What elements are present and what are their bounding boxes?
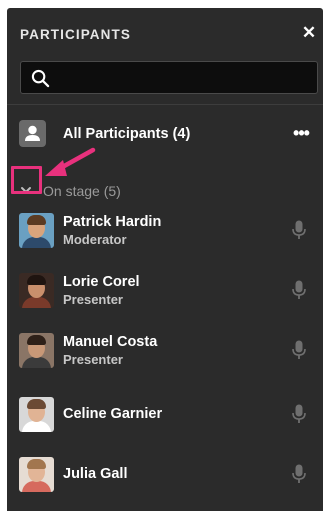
avatar	[19, 397, 54, 432]
participant-role: Moderator	[63, 232, 127, 247]
participant-name: Patrick Hardin	[63, 214, 162, 230]
participant-name: Julia Gall	[63, 466, 128, 482]
avatar	[19, 213, 54, 248]
panel-header: PARTICIPANTS ✕	[7, 8, 323, 58]
more-icon: •••	[293, 123, 310, 143]
microphone-icon[interactable]	[292, 404, 306, 424]
participant-role: Presenter	[63, 352, 123, 367]
more-options-button[interactable]: •••	[287, 122, 315, 144]
participant-role: Presenter	[63, 292, 123, 307]
close-icon: ✕	[301, 23, 317, 42]
search-input[interactable]	[57, 62, 312, 93]
microphone-icon[interactable]	[292, 220, 306, 240]
avatar	[19, 273, 54, 308]
all-participants-row[interactable]: All Participants (4) •••	[7, 114, 323, 154]
close-button[interactable]: ✕	[299, 23, 319, 43]
microphone-icon[interactable]	[292, 280, 306, 300]
participant-name: Celine Garnier	[63, 406, 163, 422]
participant-row[interactable]: Manuel Costa Presenter	[7, 324, 323, 376]
microphone-icon[interactable]	[292, 340, 306, 360]
avatar	[19, 333, 54, 368]
participant-row[interactable]: Celine Garnier	[7, 388, 323, 440]
participant-name: Lorie Corel	[63, 274, 140, 290]
participant-name: Manuel Costa	[63, 334, 158, 350]
avatar	[19, 457, 54, 492]
chevron-down-icon[interactable]	[18, 182, 34, 198]
divider	[7, 104, 323, 105]
on-stage-section-header: On stage (5)	[7, 178, 323, 204]
on-stage-label: On stage (5)	[43, 183, 121, 199]
search-icon	[31, 69, 50, 88]
microphone-icon[interactable]	[292, 464, 306, 484]
panel-title: PARTICIPANTS	[20, 27, 131, 42]
person-icon	[19, 120, 46, 147]
all-participants-label: All Participants (4)	[63, 126, 191, 142]
participant-row[interactable]: Patrick Hardin Moderator	[7, 204, 323, 256]
participants-panel: PARTICIPANTS ✕ All Participants (4) ••• …	[7, 8, 323, 511]
participant-row[interactable]: Julia Gall	[7, 448, 323, 500]
participant-row[interactable]: Lorie Corel Presenter	[7, 264, 323, 316]
search-box[interactable]	[20, 61, 318, 94]
